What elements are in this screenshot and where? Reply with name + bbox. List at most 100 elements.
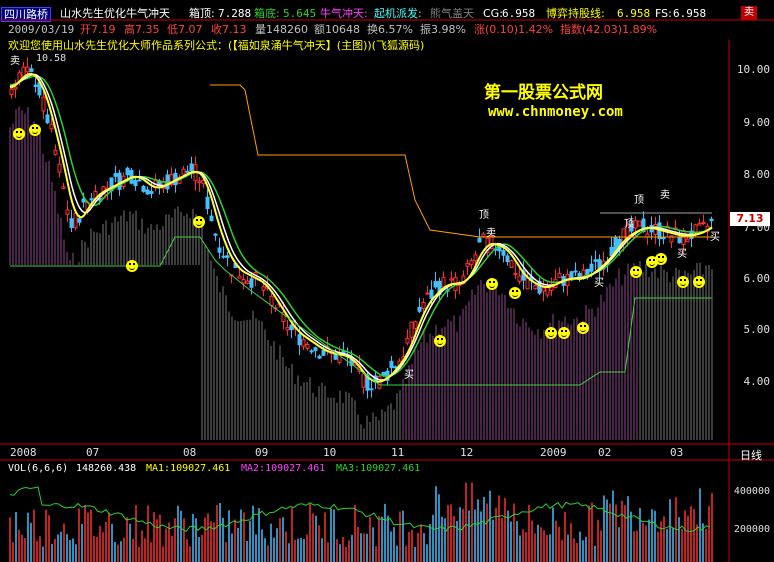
price-axis-label: 4.00	[743, 375, 771, 388]
candle-body	[41, 96, 46, 112]
time-axis-label: 07	[86, 446, 100, 459]
candle-body	[417, 306, 422, 312]
vol-ma1: MA1:109027.461	[146, 463, 231, 474]
candle-body	[701, 222, 706, 225]
smiley-icon	[577, 322, 589, 334]
candle-body	[513, 272, 518, 276]
candle-body	[269, 295, 274, 306]
candle-body	[205, 196, 210, 210]
smiley-icon	[126, 260, 138, 272]
candle-body	[213, 233, 218, 236]
candle-body	[309, 350, 314, 353]
volume-ma-line	[9, 486, 711, 533]
candle-body	[477, 237, 482, 243]
candle-body	[469, 260, 474, 265]
candle-body	[333, 353, 338, 360]
smiley-icon	[193, 216, 205, 228]
candle-body	[533, 285, 538, 290]
candle-body	[313, 347, 318, 351]
candle-body	[13, 86, 18, 90]
candle-body	[661, 236, 666, 240]
candle-body	[301, 339, 306, 347]
candle-body	[285, 326, 290, 331]
smiley-icon	[545, 327, 557, 339]
candle-body	[369, 388, 374, 391]
period-button[interactable]: 日线	[740, 447, 762, 463]
smiley-icon	[509, 287, 521, 299]
buy-signal: 买	[710, 232, 720, 243]
candle-body	[473, 254, 478, 262]
candle-body	[77, 218, 82, 223]
candle-body	[189, 163, 194, 171]
vol-indicator: VOL(6,6,6)	[8, 463, 69, 474]
candle-body	[65, 209, 70, 215]
candle-body	[693, 224, 698, 233]
candle-body	[545, 286, 550, 296]
sell-signal: 卖	[10, 56, 20, 67]
top-signal: 顶	[634, 195, 644, 206]
candle-body	[141, 185, 146, 192]
time-axis-label: 2008	[10, 446, 37, 459]
candle-body	[297, 334, 302, 346]
candle-body	[145, 189, 150, 195]
vol-axis-label: 400000	[733, 486, 770, 497]
candle-body	[381, 371, 386, 376]
candle-body	[573, 270, 578, 273]
price-axis-label: 6.00	[743, 272, 771, 285]
peak-price-label: 10.58	[36, 53, 67, 64]
top-signal: 顶	[624, 219, 634, 230]
candle-body	[245, 280, 250, 285]
candle-body	[509, 260, 514, 268]
time-axis-label: 10	[323, 446, 337, 459]
candle-body	[633, 220, 638, 229]
buy-signal: 买	[404, 370, 414, 381]
candle-body	[53, 149, 58, 155]
candle-body	[317, 355, 322, 359]
candle-body	[645, 233, 650, 238]
box-top-line	[210, 84, 712, 238]
candle-body	[181, 168, 186, 175]
candle-body	[433, 281, 438, 288]
price-chart[interactable]	[0, 0, 774, 562]
candle-body	[225, 255, 230, 258]
candle-body	[497, 246, 502, 252]
candle-body	[57, 163, 62, 173]
vol-value: 148260.438	[76, 463, 137, 474]
candle-body	[25, 66, 30, 73]
candle-body	[697, 222, 702, 226]
candle-body	[393, 366, 398, 369]
time-axis-label: 09	[255, 446, 269, 459]
candle-body	[305, 344, 310, 349]
candle-body	[425, 292, 430, 295]
smiley-icon	[13, 128, 25, 140]
candle-body	[481, 233, 486, 238]
candle-body	[73, 212, 78, 229]
time-axis-label: 03	[670, 446, 684, 459]
smiley-icon	[434, 335, 446, 347]
candle-body	[49, 123, 54, 130]
candle-body	[525, 277, 530, 290]
time-axis-label: 12	[460, 446, 474, 459]
time-axis-label: 11	[391, 446, 405, 459]
vol-axis-label: 200000	[733, 524, 770, 535]
candle-body	[217, 247, 222, 253]
candle-body	[61, 186, 66, 189]
candle-body	[557, 273, 562, 278]
candle-body	[185, 170, 190, 173]
candle-body	[21, 66, 26, 77]
price-axis-label: 8.00	[743, 168, 771, 181]
smiley-icon	[693, 276, 705, 288]
vol-ma2: MA2:109027.461	[241, 463, 326, 474]
vol-ma3: MA3:109027.461	[336, 463, 421, 474]
candle-body	[429, 289, 434, 299]
candle-body	[9, 88, 14, 96]
candle-body	[709, 218, 714, 222]
time-axis-label: 2009	[540, 446, 567, 459]
smiley-icon	[558, 327, 570, 339]
candle-body	[589, 263, 594, 272]
candle-body	[501, 250, 506, 256]
candle-body	[289, 324, 294, 331]
candle-body	[117, 172, 122, 190]
watermark-url: www.chnmoney.com	[488, 104, 623, 120]
smiley-icon	[29, 124, 41, 136]
